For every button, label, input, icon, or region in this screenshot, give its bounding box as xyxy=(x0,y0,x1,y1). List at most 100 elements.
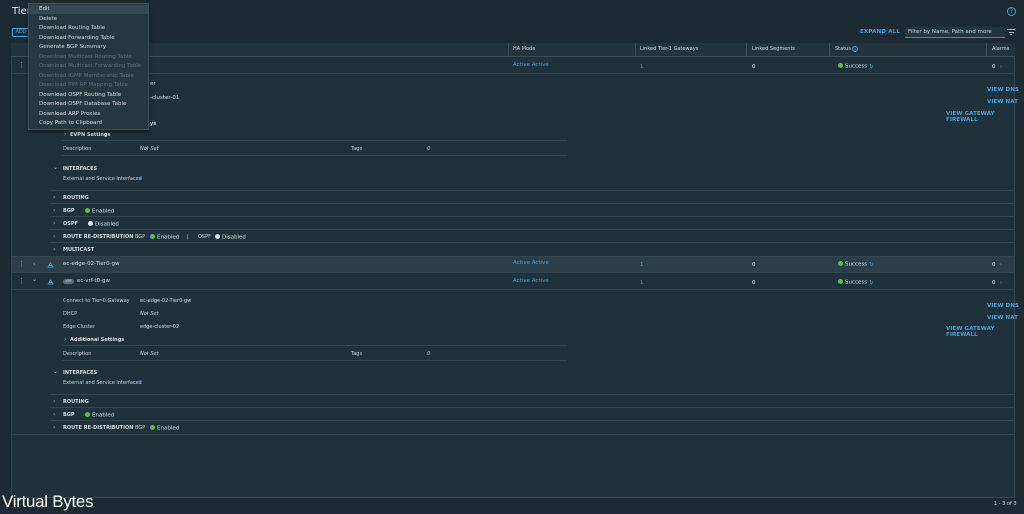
alarm-arrow-icon[interactable]: › xyxy=(1000,280,1002,286)
success-dot-icon xyxy=(838,63,843,68)
dhcp-label: DHCP xyxy=(63,311,78,317)
view-dns-link[interactable]: VIEW DNS xyxy=(987,87,1019,93)
alarm-arrow-icon[interactable]: › xyxy=(1000,64,1002,70)
edge-cluster-value: edge-cluster-02 xyxy=(140,324,180,330)
routing-chevron-right-icon[interactable]: › xyxy=(53,194,55,201)
linked-tier1-count[interactable]: 1 xyxy=(640,280,644,286)
bgp-label: BGP xyxy=(63,208,75,214)
column-header-linked-segments[interactable]: Linked Segments xyxy=(752,46,795,52)
row-actions-kebab[interactable]: ⋮ xyxy=(18,278,25,285)
connect-tier0-label: Connect to Tier-0 Gateway xyxy=(63,298,130,304)
divider xyxy=(50,242,1014,243)
interfaces-chevron-down-icon[interactable]: ⌄ xyxy=(53,164,58,171)
additional-settings-chevron-icon[interactable]: › xyxy=(64,336,66,343)
redis-ospf-status: Disabled xyxy=(215,234,246,241)
menu-item: Download PIM RP Mapping Table xyxy=(39,82,128,88)
multicast-title: MULTICAST xyxy=(63,247,95,253)
gateway-name[interactable]: ec-vrf-t0-gw xyxy=(77,278,110,284)
menu-item: Download Multicast Forwarding Table xyxy=(39,63,142,69)
menu-item[interactable]: Download Routing Table xyxy=(29,24,148,33)
divider xyxy=(50,407,1014,408)
interfaces-chevron-down-icon[interactable]: ⌄ xyxy=(53,368,58,375)
tags-value: 0 xyxy=(427,351,431,357)
refresh-icon[interactable]: ↻ xyxy=(869,262,874,268)
ext-interfaces-count[interactable]: 2 xyxy=(139,380,143,386)
column-separator xyxy=(508,43,509,57)
refresh-icon[interactable]: ↻ xyxy=(869,280,874,286)
ext-interfaces-count[interactable]: 4 xyxy=(139,176,143,182)
view-dns-link[interactable]: VIEW DNS xyxy=(987,303,1019,309)
status-badge: Success ↻ xyxy=(838,279,874,286)
help-icon[interactable]: ? xyxy=(1007,7,1016,16)
view-nat-link[interactable]: VIEW NAT xyxy=(987,315,1018,321)
view-gateway-firewall-link[interactable]: VIEW GATEWAY FIREWALL xyxy=(946,111,1024,123)
row-actions-kebab[interactable]: ⋮ xyxy=(18,261,25,268)
ospf-chevron-right-icon[interactable]: › xyxy=(53,220,55,227)
filter-input[interactable] xyxy=(905,27,1005,38)
tags-value: 0 xyxy=(427,146,431,152)
view-nat-link[interactable]: VIEW NAT xyxy=(987,99,1018,105)
menu-item[interactable]: Generate BGP Summary xyxy=(29,43,148,52)
success-dot-icon xyxy=(85,412,90,417)
view-gateway-firewall-link[interactable]: VIEW GATEWAY FIREWALL xyxy=(946,326,1024,338)
additional-settings-label[interactable]: Additional Settings xyxy=(70,337,124,343)
expand-all-button[interactable]: EXPAND ALL xyxy=(860,29,900,35)
description-value: Not Set xyxy=(140,146,159,152)
refresh-icon[interactable]: ↻ xyxy=(869,64,874,70)
linked-tier1-count[interactable]: 1 xyxy=(640,64,644,70)
multicast-chevron-right-icon[interactable]: › xyxy=(53,246,55,253)
bgp-chevron-right-icon[interactable]: › xyxy=(53,207,55,214)
menu-item: Download IGMP Membership Table xyxy=(39,72,134,79)
menu-item[interactable]: Delete xyxy=(29,15,148,24)
divider xyxy=(62,345,567,346)
row-collapse-chevron-icon[interactable]: ⌄ xyxy=(32,276,37,283)
menu-item[interactable]: Download ARP Proxies xyxy=(29,110,148,119)
routing-title: ROUTING xyxy=(63,195,89,201)
menu-item[interactable]: Copy Path to Clipboard xyxy=(29,119,148,128)
column-header-alarms[interactable]: Alarms xyxy=(992,46,1009,52)
alarms-count[interactable]: 0 xyxy=(992,280,996,286)
bgp-chevron-right-icon[interactable]: › xyxy=(53,411,55,418)
status-badge: Success ↻ xyxy=(838,261,874,268)
column-header-status[interactable]: Status xyxy=(835,46,851,52)
linked-segments-count: 0 xyxy=(752,280,756,286)
evpn-settings-label[interactable]: EVPN Settings xyxy=(70,132,110,138)
menu-item[interactable]: Edit xyxy=(29,5,148,15)
redistribution-chevron-right-icon[interactable]: › xyxy=(53,424,55,431)
alarms-count[interactable]: 0 xyxy=(992,262,996,268)
ha-mode-value[interactable]: Active Active xyxy=(513,278,549,284)
evpn-chevron-right-icon[interactable]: › xyxy=(64,131,66,138)
menu-item[interactable]: Download Forwarding Table xyxy=(29,34,148,43)
disabled-dot-icon xyxy=(88,221,93,226)
column-header-ha-mode[interactable]: HA Mode xyxy=(513,46,535,52)
linked-tier1-count[interactable]: 1 xyxy=(640,262,644,268)
description-value: Not Set xyxy=(140,351,159,357)
redis-bgp-label: BGP xyxy=(135,425,146,431)
divider xyxy=(62,360,567,361)
interfaces-title: INTERFACES xyxy=(63,166,98,172)
alarm-arrow-icon[interactable]: › xyxy=(1000,262,1002,268)
menu-item[interactable]: Download OSPF Routing Table xyxy=(29,91,148,100)
ha-mode-value[interactable]: Active Active xyxy=(513,62,549,68)
row-actions-kebab[interactable]: ⋮ xyxy=(18,62,25,69)
gateway-icon xyxy=(47,279,54,285)
column-separator xyxy=(986,43,987,57)
filter-icon[interactable] xyxy=(1007,29,1015,36)
ha-mode-value[interactable]: Active Active xyxy=(513,260,549,266)
menu-item: Download Multicast Routing Table xyxy=(39,53,132,60)
section-partial: ys xyxy=(150,121,157,127)
divider xyxy=(62,140,567,141)
gateway-name[interactable]: ec-edge-02-Tier0-gw xyxy=(63,261,119,267)
row-expand-chevron-icon[interactable]: › xyxy=(33,261,35,268)
routing-chevron-right-icon[interactable]: › xyxy=(53,398,55,405)
interfaces-title: INTERFACES xyxy=(63,370,98,376)
alarms-count[interactable]: 0 xyxy=(992,64,996,70)
menu-item[interactable]: Download OSPF Database Table xyxy=(29,100,148,109)
redis-bgp-status: Enabled xyxy=(150,234,179,241)
column-header-linked-tier1[interactable]: Linked Tier-1 Gateways xyxy=(640,46,698,52)
redistribution-chevron-right-icon[interactable]: › xyxy=(53,233,55,240)
success-dot-icon xyxy=(150,425,155,430)
status-info-icon[interactable]: i xyxy=(852,45,858,52)
divider xyxy=(50,229,1014,230)
ospf-status: Disabled xyxy=(88,221,119,228)
